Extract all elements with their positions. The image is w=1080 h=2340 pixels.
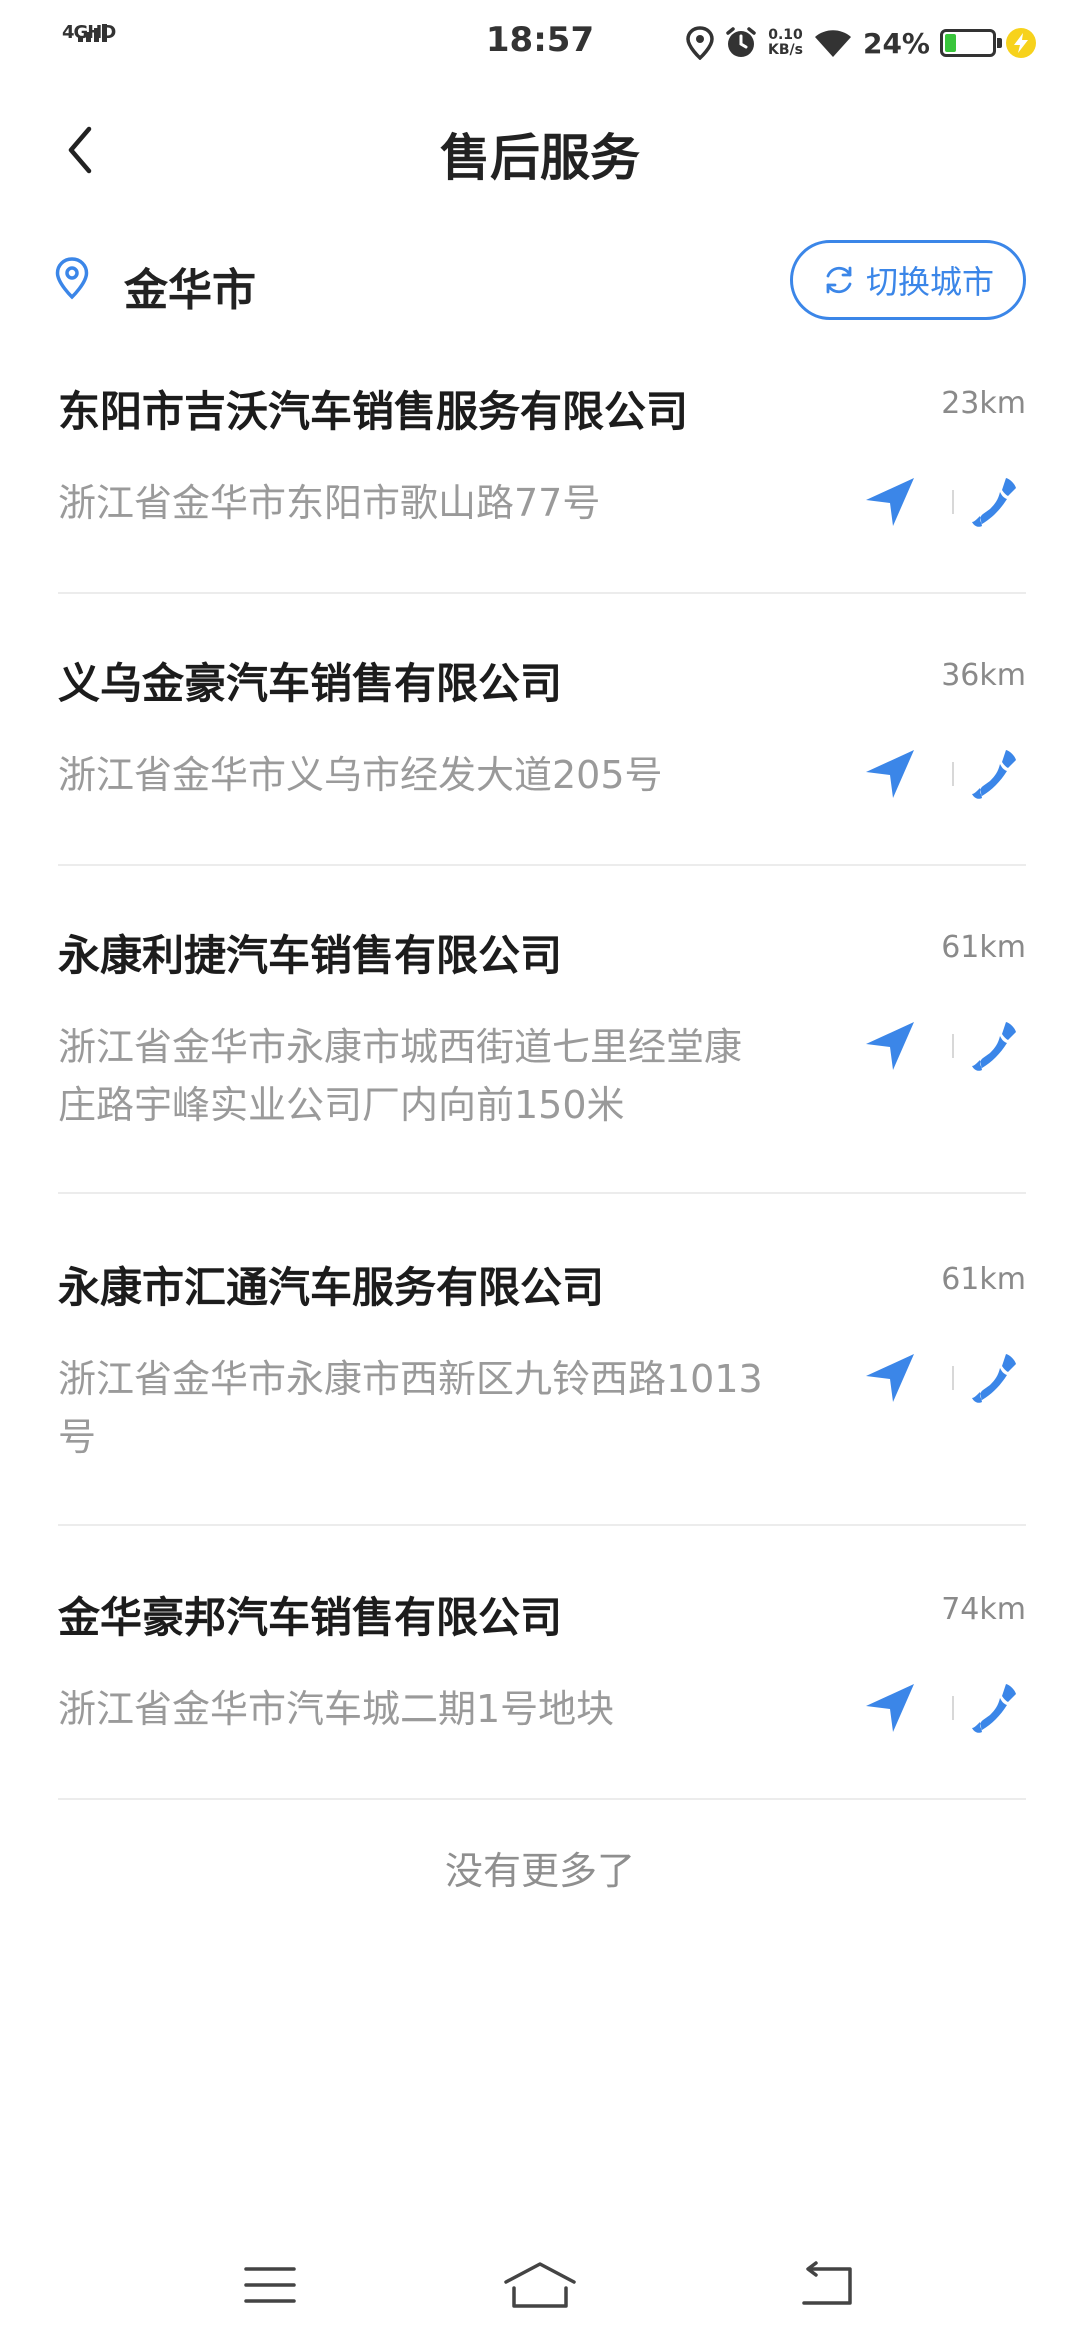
dealer-distance: 36km [941, 658, 1026, 693]
call-button[interactable] [966, 744, 1026, 804]
navigation-arrow-icon [866, 478, 914, 526]
call-button[interactable] [966, 1678, 1026, 1738]
phone-icon [972, 1022, 1016, 1071]
status-bar: 4GHD 18:57 0.10 KB/s 24% [0, 0, 1080, 84]
net-speed-unit: KB/s [768, 42, 803, 58]
phone-icon [972, 1684, 1016, 1733]
net-speed-value: 0.10 [768, 27, 803, 43]
navigation-arrow-icon [866, 1022, 914, 1070]
battery-icon [940, 29, 1002, 57]
dealer-address: 浙江省金华市永康市西新区九铃西路1013号 [58, 1357, 763, 1459]
page-title: 售后服务 [440, 129, 640, 187]
phone-icon [972, 750, 1016, 799]
navigate-button[interactable] [860, 1016, 920, 1076]
navigation-arrow-icon [866, 750, 914, 798]
call-button[interactable] [966, 1016, 1026, 1076]
app-header: 售后服务 [0, 100, 1080, 200]
dealer-distance: 61km [941, 1262, 1026, 1297]
dealer-actions [826, 1678, 1026, 1738]
menu-icon [244, 2267, 296, 2303]
navigate-button[interactable] [860, 744, 920, 804]
dealer-name: 东阳市吉沃汽车销售服务有限公司 [58, 387, 689, 436]
switch-city-label: 切换城市 [865, 263, 994, 301]
dealer-actions [826, 1348, 1026, 1408]
navigation-arrow-icon [866, 1684, 914, 1732]
net-speed: 0.10 KB/s [768, 28, 803, 58]
alarm-icon [726, 27, 756, 57]
status-indicators: 0.10 KB/s 24% [686, 18, 1036, 68]
dealer-item[interactable]: 永康市汇通汽车服务有限公司 61km 浙江省金华市永康市西新区九铃西路1013号 [58, 1254, 1026, 1526]
navigate-button[interactable] [860, 472, 920, 532]
action-divider [952, 1034, 954, 1058]
dealer-actions [826, 472, 1026, 532]
dealer-address: 浙江省金华市汽车城二期1号地块 [58, 1687, 615, 1731]
dealer-name: 永康利捷汽车销售有限公司 [58, 931, 563, 980]
dealer-address: 浙江省金华市义乌市经发大道205号 [58, 753, 663, 797]
call-button[interactable] [966, 472, 1026, 532]
action-divider [952, 762, 954, 786]
menu-button[interactable] [230, 2250, 310, 2320]
dealer-actions [826, 744, 1026, 804]
dealer-address: 浙江省金华市永康市城西街道七里经堂康庄路宇峰实业公司厂内向前150米 [58, 1025, 743, 1127]
switch-city-button[interactable]: 切换城市 [790, 240, 1026, 320]
dealer-name: 义乌金豪汽车销售有限公司 [58, 659, 563, 708]
dealer-distance: 23km [941, 386, 1026, 421]
navigate-button[interactable] [860, 1678, 920, 1738]
charging-icon [1006, 28, 1036, 58]
dealer-address: 浙江省金华市东阳市歌山路77号 [58, 481, 601, 525]
system-back-button[interactable] [786, 2250, 866, 2320]
navigation-arrow-icon [866, 1354, 914, 1402]
action-divider [952, 1366, 954, 1390]
location-pin-icon [55, 257, 89, 300]
dealer-distance: 61km [941, 930, 1026, 965]
wifi-icon [814, 30, 851, 57]
dealer-item[interactable]: 永康利捷汽车销售有限公司 61km 浙江省金华市永康市城西街道七里经堂康庄路宇峰… [58, 922, 1026, 1194]
current-city: 金华市 [124, 265, 256, 316]
navigate-button[interactable] [860, 1348, 920, 1408]
refresh-icon [826, 266, 852, 294]
dealer-name: 永康市汇通汽车服务有限公司 [58, 1263, 605, 1312]
action-divider [952, 1696, 954, 1720]
home-icon [504, 2262, 576, 2308]
call-button[interactable] [966, 1348, 1026, 1408]
system-navigation-bar [0, 2240, 1080, 2340]
dealer-distance: 74km [941, 1592, 1026, 1627]
action-divider [952, 490, 954, 514]
city-selector-row: 金华市 切换城市 [0, 236, 1080, 326]
dealer-item[interactable]: 东阳市吉沃汽车销售服务有限公司 23km 浙江省金华市东阳市歌山路77号 [58, 378, 1026, 594]
battery-fill [945, 34, 956, 52]
return-icon [802, 2261, 852, 2305]
phone-icon [972, 1354, 1016, 1403]
phone-icon [972, 478, 1016, 527]
dealer-item[interactable]: 金华豪邦汽车销售有限公司 74km 浙江省金华市汽车城二期1号地块 [58, 1584, 1026, 1800]
home-button[interactable] [500, 2250, 580, 2320]
dealer-actions [826, 1016, 1026, 1076]
dealer-name: 金华豪邦汽车销售有限公司 [58, 1593, 563, 1642]
list-end-message: 没有更多了 [444, 1849, 635, 1893]
dealer-item[interactable]: 义乌金豪汽车销售有限公司 36km 浙江省金华市义乌市经发大道205号 [58, 650, 1026, 866]
battery-percent: 24% [862, 26, 930, 60]
location-status-icon [686, 26, 714, 60]
